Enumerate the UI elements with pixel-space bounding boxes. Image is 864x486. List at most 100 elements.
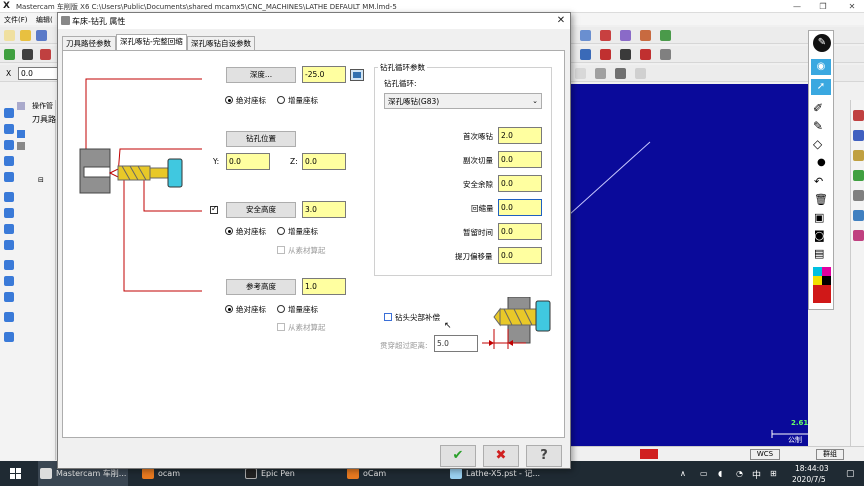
tool-icon[interactable] — [853, 190, 864, 201]
arrow-down-icon[interactable] — [4, 156, 14, 166]
tip-comp-checkbox[interactable] — [384, 313, 392, 321]
dot-size-icon[interactable]: ● — [817, 157, 826, 168]
menu-edit[interactable]: 编辑( — [36, 15, 53, 25]
tool-icon[interactable] — [853, 210, 864, 221]
clock-time[interactable]: 18:44:03 — [795, 464, 829, 473]
open-file-icon[interactable] — [20, 30, 31, 41]
shift-input[interactable]: 0.0 — [498, 247, 542, 264]
tree-expand-icon[interactable]: ⊟ — [38, 176, 44, 184]
machine-icon[interactable] — [4, 172, 14, 182]
tool-icon[interactable] — [595, 68, 606, 79]
new-file-icon[interactable] — [4, 30, 15, 41]
color-swatch[interactable] — [640, 449, 658, 459]
tab-peck-drill-full-retract[interactable]: 深孔啄钻-完整回缩 — [116, 34, 187, 50]
color-palette[interactable] — [813, 267, 831, 305]
select-icon[interactable] — [4, 108, 14, 118]
table-icon[interactable] — [4, 312, 14, 322]
coord-x-input[interactable]: 0.0 — [18, 67, 58, 80]
save-icon[interactable] — [36, 30, 47, 41]
retract-from-stock-checkbox[interactable] — [277, 323, 285, 331]
tool-icon[interactable] — [575, 68, 586, 79]
tray-volume-icon[interactable]: ◖ — [718, 469, 722, 478]
drill-point-y-input[interactable]: 0.0 — [226, 153, 270, 170]
tray-keyboard-icon[interactable]: ⊞ — [770, 469, 777, 478]
tab-peck-drill-custom-params[interactable]: 深孔啄钻自设参数 — [187, 36, 255, 50]
tray-chevron-icon[interactable]: ∧ — [680, 469, 686, 478]
transform-icon[interactable] — [580, 49, 591, 60]
mirror-icon[interactable] — [600, 49, 611, 60]
arc-icon[interactable] — [40, 49, 51, 60]
drill-point-button[interactable]: 钻孔位置 — [226, 131, 296, 147]
tool-icon[interactable] — [853, 170, 864, 181]
operations-tab-label[interactable]: 操作管 — [32, 101, 53, 111]
solid-icon[interactable] — [4, 276, 14, 286]
plus-icon[interactable] — [4, 49, 15, 60]
maximize-icon[interactable]: ❐ — [816, 1, 830, 12]
sphere-icon[interactable] — [4, 208, 14, 218]
ok-button[interactable]: ✔ — [440, 445, 476, 467]
grid-icon[interactable] — [4, 292, 14, 302]
shade-icon[interactable] — [620, 30, 631, 41]
eraser-icon[interactable]: ◇ — [813, 137, 822, 151]
calculator-icon[interactable] — [350, 69, 364, 81]
tool-icon[interactable] — [853, 150, 864, 161]
clearance-incremental-radio[interactable] — [277, 227, 285, 235]
help-tool-icon[interactable] — [635, 68, 646, 79]
grid-icon[interactable] — [600, 30, 611, 41]
retract-input[interactable]: 1.0 — [302, 278, 346, 295]
clearance-button[interactable]: 安全高度 — [226, 202, 296, 218]
clearance-from-stock-checkbox[interactable] — [277, 246, 285, 254]
tool-icon[interactable] — [853, 110, 864, 121]
tool-icon[interactable] — [853, 230, 864, 241]
breakthrough-input[interactable]: 5.0 — [434, 335, 478, 352]
lock-icon[interactable] — [17, 142, 25, 150]
peck-clearance-input[interactable]: 0.0 — [498, 175, 542, 192]
toolpath-icon[interactable] — [4, 124, 14, 134]
group-button[interactable]: 群组 — [816, 449, 844, 460]
subsequent-peck-input[interactable]: 0.0 — [498, 151, 542, 168]
depth-incremental-radio[interactable] — [277, 96, 285, 104]
retract-absolute-radio[interactable] — [225, 305, 233, 313]
tab-toolpath-params[interactable]: 刀具路径参数 — [62, 36, 116, 50]
depth-button[interactable]: 深度... — [226, 67, 296, 83]
cursor-icon[interactable]: ➚ — [811, 79, 831, 95]
undo-icon[interactable]: ↶ — [814, 175, 823, 188]
windows-start-icon[interactable] — [10, 468, 21, 479]
dwell-input[interactable]: 0.0 — [498, 223, 542, 240]
minimize-icon[interactable]: — — [790, 1, 804, 12]
ime-indicator[interactable]: 中 — [752, 468, 761, 481]
scale-icon[interactable] — [640, 49, 651, 60]
retract-button[interactable]: 参考高度 — [226, 279, 296, 295]
clearance-input[interactable]: 3.0 — [302, 201, 346, 218]
line-icon[interactable] — [22, 49, 33, 60]
eye-icon[interactable]: ◉ — [811, 59, 831, 75]
whiteboard-icon[interactable]: ▤ — [814, 247, 824, 260]
drill-point-z-input[interactable]: 0.0 — [302, 153, 346, 170]
close-icon[interactable]: ✕ — [845, 1, 859, 12]
depth-input[interactable]: -25.0 — [302, 66, 346, 83]
view-icon[interactable] — [580, 30, 591, 41]
tray-network-icon[interactable]: ▭ — [700, 469, 708, 478]
menu-file[interactable]: 文件(F) — [4, 15, 28, 25]
level-icon[interactable] — [660, 30, 671, 41]
notification-icon[interactable]: ▢ — [846, 469, 855, 479]
clearance-checkbox[interactable] — [210, 204, 218, 214]
tray-wifi-icon[interactable]: ◔ — [736, 469, 743, 478]
retract-amount-input[interactable]: 0.0 — [498, 199, 542, 216]
tree-toolbar-icon[interactable] — [17, 130, 25, 138]
offset-icon[interactable] — [660, 49, 671, 60]
cube-icon[interactable] — [4, 260, 14, 270]
cancel-button[interactable]: ✖ — [483, 445, 519, 467]
drill-cycle-select[interactable]: 深孔啄钻(G83) ⌄ — [384, 93, 542, 109]
graphics-viewport[interactable]: 2.616 公制 — [570, 84, 808, 446]
dialog-close-icon[interactable]: ✕ — [554, 14, 568, 28]
chart-icon[interactable] — [4, 332, 14, 342]
board-icon[interactable]: ▣ — [814, 211, 824, 224]
tool-icon[interactable] — [615, 68, 626, 79]
render-icon[interactable] — [640, 30, 651, 41]
retract-incremental-radio[interactable] — [277, 305, 285, 313]
tool-icon[interactable] — [853, 130, 864, 141]
layer-icon[interactable] — [4, 192, 14, 202]
clearance-absolute-radio[interactable] — [225, 227, 233, 235]
clock-date[interactable]: 2020/7/5 — [792, 475, 826, 484]
